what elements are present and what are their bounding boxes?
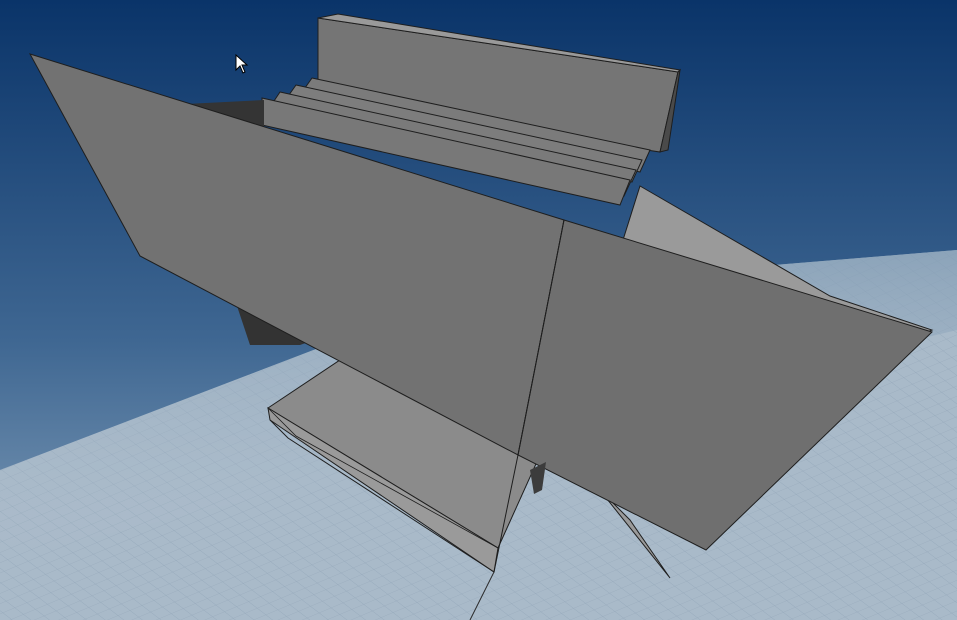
3d-viewport[interactable] bbox=[0, 0, 957, 620]
scene-canvas[interactable] bbox=[0, 0, 957, 620]
